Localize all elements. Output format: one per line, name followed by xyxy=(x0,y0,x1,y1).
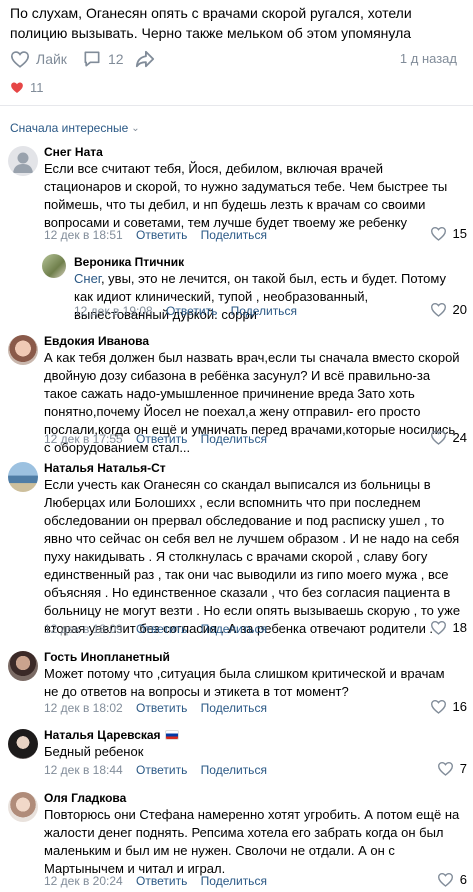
avatar[interactable] xyxy=(8,462,38,492)
heart-outline-icon xyxy=(430,303,446,317)
comment-time[interactable]: 12 дек в 18:09 xyxy=(44,622,123,636)
share-comment-button[interactable]: Поделиться xyxy=(201,622,267,636)
comment-author[interactable]: Евдокия Иванова xyxy=(44,334,149,348)
like-button[interactable]: Лайк xyxy=(10,48,67,70)
divider xyxy=(0,105,473,106)
comment-author[interactable]: Натaлья Царевская xyxy=(44,728,179,742)
avatar[interactable] xyxy=(8,729,38,759)
comment-author[interactable]: Снег Ната xyxy=(44,145,103,159)
comment-time[interactable]: 12 дек в 18:44 xyxy=(44,763,123,777)
heart-outline-icon xyxy=(430,700,446,714)
reply-button[interactable]: Ответить xyxy=(166,304,217,318)
comment-text: Если учесть как Оганесян со скандал выпи… xyxy=(44,477,461,636)
comment-meta: 12 дек в 20:24 Ответить Поделиться xyxy=(44,874,267,888)
post-actions-bar: Лайк 12 1 д назад xyxy=(10,48,465,70)
avatar[interactable] xyxy=(8,651,38,681)
default-avatar-icon xyxy=(13,152,33,173)
share-comment-button[interactable]: Поделиться xyxy=(201,701,267,715)
comment-like-button[interactable]: 7 xyxy=(437,761,467,776)
heart-outline-icon xyxy=(430,227,446,241)
comment-like-count: 24 xyxy=(452,430,467,445)
chevron-down-icon: ⌄ xyxy=(131,122,140,134)
comment-author[interactable]: Вероника Птичник xyxy=(74,255,184,269)
reply-button[interactable]: Ответить xyxy=(136,432,187,446)
russian-flag-icon xyxy=(164,730,179,740)
reply-button[interactable]: Ответить xyxy=(136,228,187,242)
comment-like-button[interactable]: 15 xyxy=(430,226,467,241)
comment-like-button[interactable]: 20 xyxy=(430,302,467,317)
share-comment-button[interactable]: Поделиться xyxy=(201,763,267,777)
comment-text: Бедный ребенок xyxy=(44,744,144,759)
share-comment-button[interactable]: Поделиться xyxy=(201,432,267,446)
post-text: По слухам, Оганесян опять с врачами скор… xyxy=(10,5,412,41)
avatar[interactable] xyxy=(8,792,38,822)
reply-button[interactable]: Ответить xyxy=(136,763,187,777)
comment-like-button[interactable]: 24 xyxy=(430,430,467,445)
heart-outline-icon xyxy=(430,621,446,635)
comment-author-name: Натaлья Царевская xyxy=(44,728,161,742)
heart-outline-icon xyxy=(437,762,453,776)
heart-filled-icon xyxy=(11,82,23,94)
comment-icon xyxy=(84,51,100,67)
sort-dropdown[interactable]: Сначала интересные ⌄ xyxy=(10,121,140,135)
mention-link[interactable]: Снег xyxy=(74,271,101,286)
reply-button[interactable]: Ответить xyxy=(136,622,187,636)
reply-button[interactable]: Ответить xyxy=(136,701,187,715)
comment-time[interactable]: 12 дек в 19:08 xyxy=(74,304,153,318)
comment-like-button[interactable]: 16 xyxy=(430,699,467,714)
like-label: Лайк xyxy=(36,51,67,67)
comment-time[interactable]: 12 дек в 17:55 xyxy=(44,432,123,446)
comment-like-count: 7 xyxy=(459,761,467,776)
post-time: 1 д назад xyxy=(399,51,457,66)
share-comment-button[interactable]: Поделиться xyxy=(231,304,297,318)
avatar[interactable] xyxy=(42,254,66,278)
share-button[interactable] xyxy=(134,48,156,70)
comment-text: Может потому что ,ситуация была слишком … xyxy=(44,666,445,699)
comment-like-count: 6 xyxy=(459,872,467,887)
share-comment-button[interactable]: Поделиться xyxy=(201,228,267,242)
comment-meta: 12 дек в 18:09 Ответить Поделиться xyxy=(44,622,267,636)
heart-outline-icon xyxy=(437,873,453,887)
heart-outline-icon xyxy=(10,51,30,68)
share-arrow-icon xyxy=(135,50,155,68)
comment-meta: 12 дек в 18:51 Ответить Поделиться xyxy=(44,228,267,242)
comment-meta: 12 дек в 17:55 Ответить Поделиться xyxy=(44,432,267,446)
comment-meta: 12 дек в 19:08 Ответить Поделиться xyxy=(74,304,297,318)
heart-outline-icon xyxy=(430,431,446,445)
comment-like-count: 15 xyxy=(452,226,467,241)
comments-count: 12 xyxy=(108,51,124,67)
sort-label: Сначала интересные xyxy=(10,121,129,135)
comment-time[interactable]: 12 дек в 18:51 xyxy=(44,228,123,242)
comments-button[interactable]: 12 xyxy=(82,48,124,70)
comment-like-count: 20 xyxy=(452,302,467,317)
comment-author[interactable]: Натaлья Натaлья-Ст xyxy=(44,461,166,475)
comment-text: Если все считают тебя, Йося, дебилом, вк… xyxy=(44,161,448,230)
comment-author[interactable]: Оля Гладкова xyxy=(44,791,126,805)
comment-time[interactable]: 12 дек в 18:02 xyxy=(44,701,123,715)
likes-summary[interactable]: 11 xyxy=(10,80,44,95)
likes-count: 11 xyxy=(30,80,44,95)
avatar[interactable] xyxy=(8,146,38,176)
share-comment-button[interactable]: Поделиться xyxy=(201,874,267,888)
comment-like-button[interactable]: 18 xyxy=(430,620,467,635)
comment-meta: 12 дек в 18:44 Ответить Поделиться xyxy=(44,763,267,777)
reply-button[interactable]: Ответить xyxy=(136,874,187,888)
comment-time[interactable]: 12 дек в 20:24 xyxy=(44,874,123,888)
comment-like-count: 18 xyxy=(452,620,467,635)
comment-meta: 12 дек в 18:02 Ответить Поделиться xyxy=(44,701,267,715)
comment-author[interactable]: Гость Инопланетный xyxy=(44,650,170,664)
comment-like-button[interactable]: 6 xyxy=(437,872,467,887)
comment-like-count: 16 xyxy=(452,699,467,714)
avatar[interactable] xyxy=(8,335,38,365)
comment-text: Повторюсь они Стефана намеренно хотят уг… xyxy=(44,807,460,876)
